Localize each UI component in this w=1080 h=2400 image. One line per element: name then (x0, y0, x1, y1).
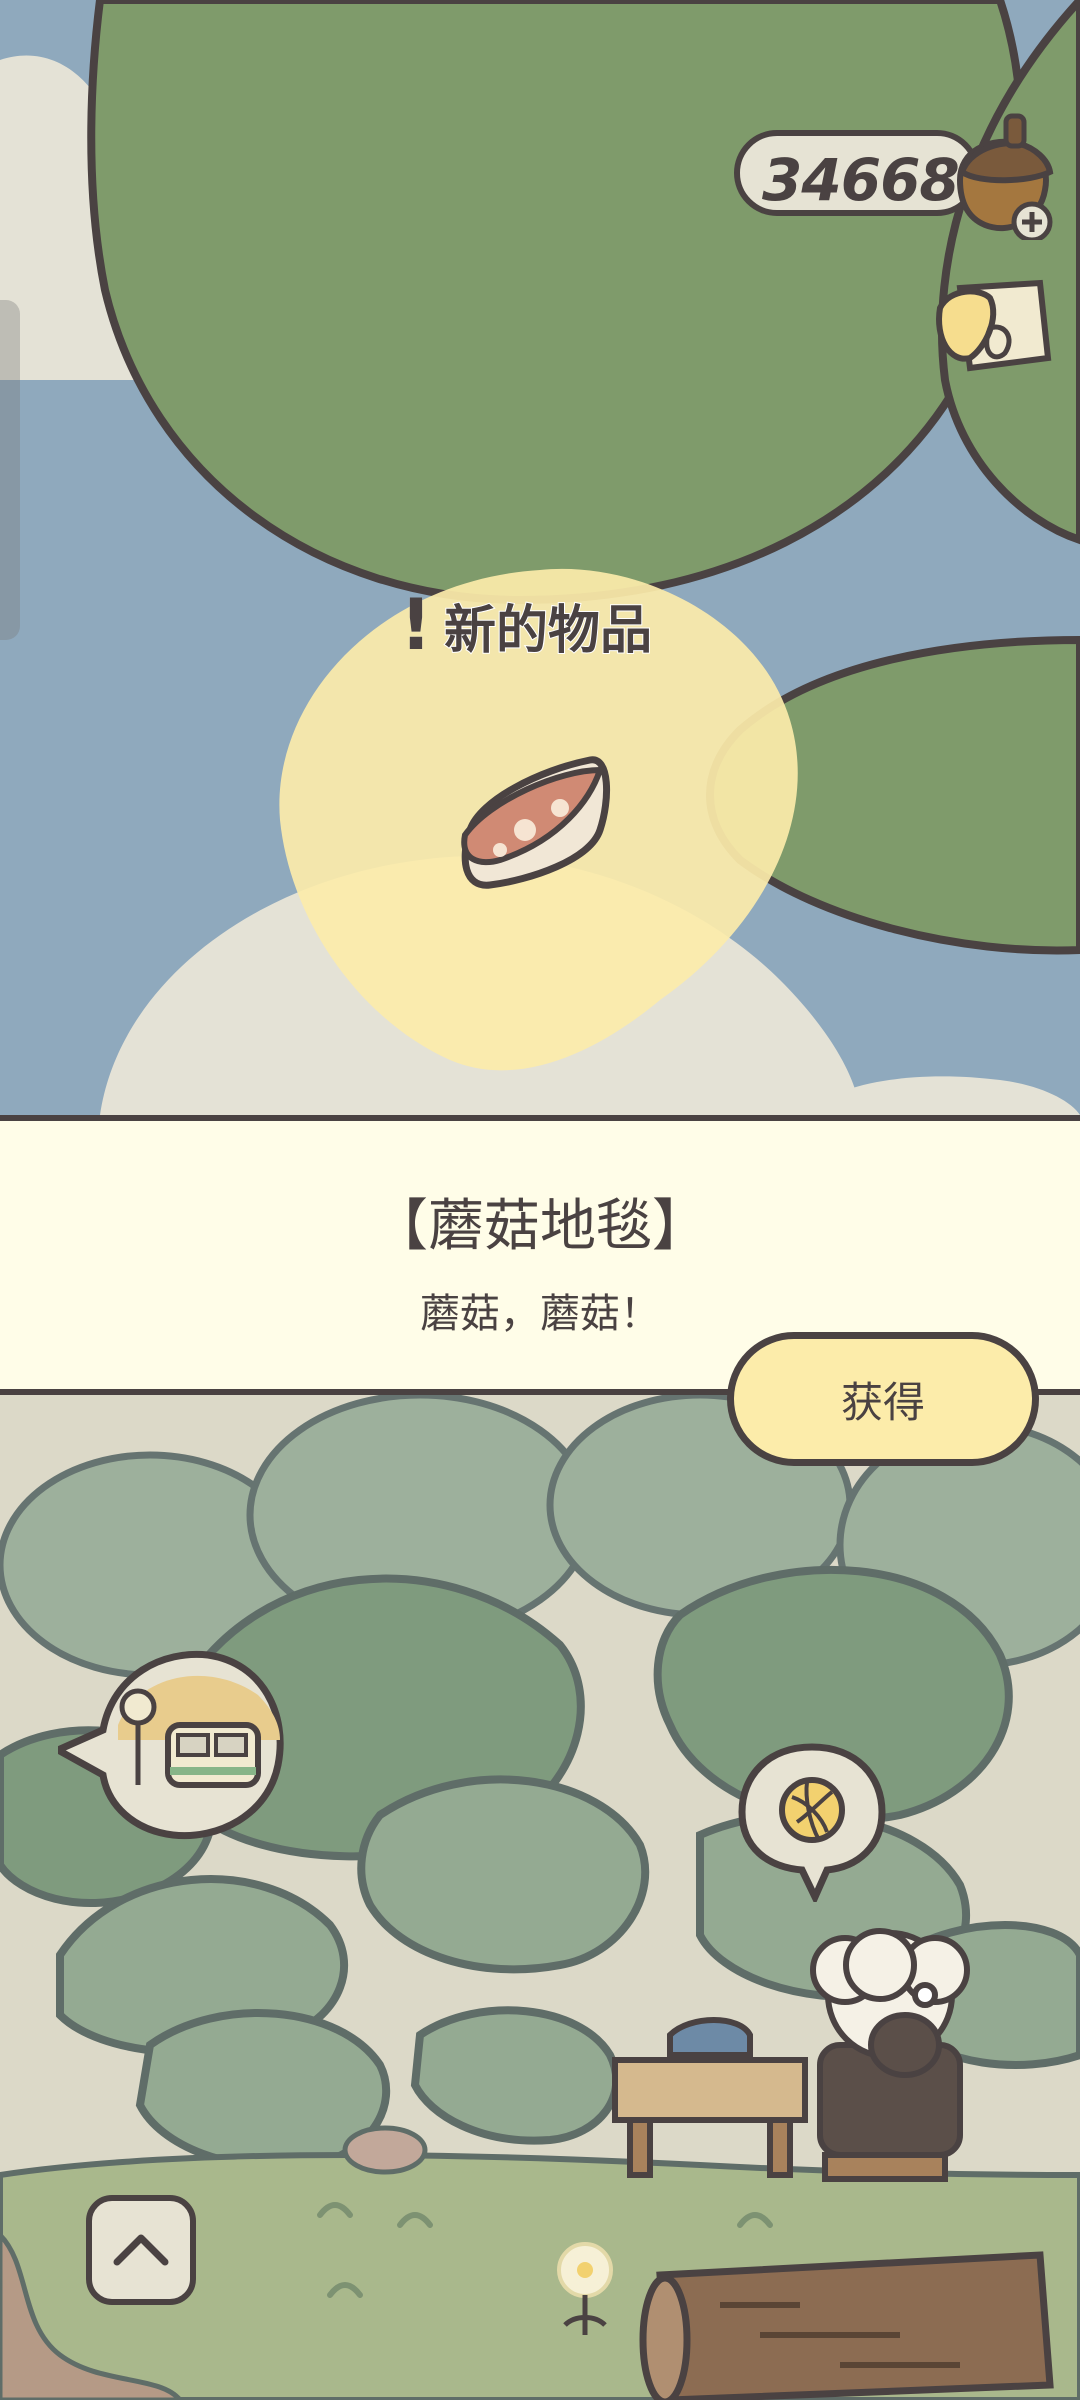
train-station-icon[interactable] (58, 1645, 288, 1845)
expand-button[interactable] (86, 2195, 196, 2305)
new-item-text: 新的物品 (443, 600, 653, 662)
acorn-add-icon[interactable] (940, 110, 1060, 240)
side-drawer-tab[interactable] (0, 300, 20, 640)
obtain-button[interactable]: 获得 (727, 1332, 1039, 1466)
item-title: 【蘑菇地毯】 (372, 1194, 708, 1259)
exclaim-icon: ! (400, 584, 432, 666)
daisy-flower (557, 2242, 613, 2335)
letter-icon[interactable] (930, 268, 1060, 388)
item-description: 蘑菇，蘑菇！ (420, 1291, 660, 1337)
chevron-up-icon (113, 2234, 169, 2266)
yarn-ball-icon[interactable] (737, 1742, 887, 1902)
new-item-label: ! 新的物品 (400, 584, 653, 666)
